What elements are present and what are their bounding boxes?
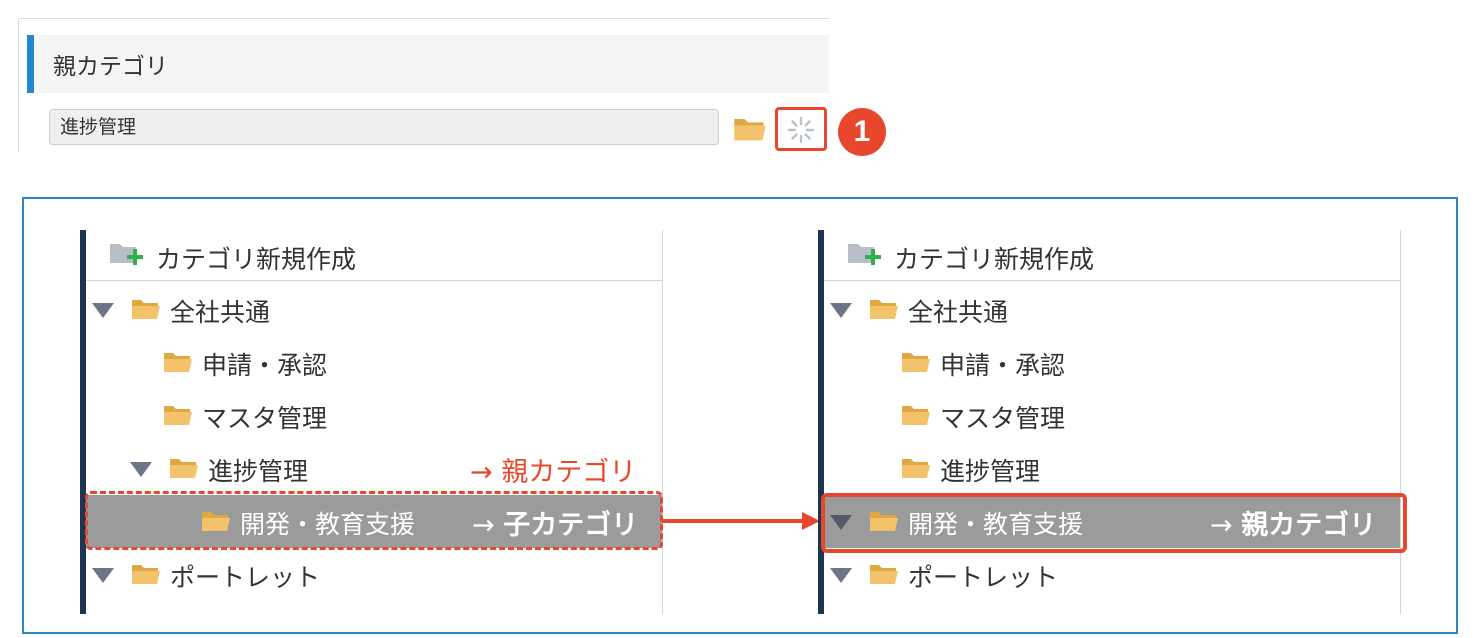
tree-item-shinchoku[interactable]: 進捗管理 → 親カテゴリ — [86, 442, 662, 495]
tree-item-label: 進捗管理 — [940, 457, 1041, 486]
tree-item-portlet[interactable]: ポートレット — [824, 548, 1400, 601]
tree-item-label: 全社共通 — [908, 298, 1009, 327]
tree-comparison-frame: カテゴリ新規作成 全社共通 申請・承認 マスタ管理 進捗管理 → 親カテゴリ 開… — [22, 197, 1458, 634]
triangle-down-icon[interactable] — [830, 568, 852, 583]
selected-row-solid-highlight — [821, 493, 1407, 553]
category-tree-after: カテゴリ新規作成 全社共通 申請・承認 マスタ管理 進捗管理 開発・教育支援 →… — [818, 230, 1401, 614]
folder-open-icon — [130, 296, 162, 320]
folder-open-icon — [900, 455, 932, 479]
tree-item-master[interactable]: マスタ管理 — [86, 389, 662, 442]
tree-item-shinsei[interactable]: 申請・承認 — [824, 336, 1400, 389]
folder-add-icon — [108, 240, 144, 270]
create-category-label: カテゴリ新規作成 — [894, 245, 1095, 274]
section-accent-bar — [27, 35, 34, 93]
category-tree-before: カテゴリ新規作成 全社共通 申請・承認 マスタ管理 進捗管理 → 親カテゴリ 開… — [80, 230, 663, 614]
spinner-clear-icon — [787, 116, 815, 144]
tree-item-shinchoku[interactable]: 進捗管理 — [824, 442, 1400, 495]
tree-item-label: ポートレット — [908, 563, 1059, 592]
selected-row-dashed-highlight — [85, 491, 663, 550]
folder-open-icon — [900, 402, 932, 426]
tree-item-label: ポートレット — [170, 563, 321, 592]
tree-item-shinsei[interactable]: 申請・承認 — [86, 336, 662, 389]
triangle-down-icon[interactable] — [92, 303, 114, 318]
tree-item-zensha[interactable]: 全社共通 — [86, 283, 662, 336]
parent-category-form: 親カテゴリ 進捗管理 — [18, 18, 829, 151]
parent-category-input[interactable]: 進捗管理 — [49, 109, 719, 145]
create-category-label: カテゴリ新規作成 — [156, 245, 357, 274]
triangle-down-icon[interactable] — [92, 568, 114, 583]
tree-item-label: 全社共通 — [170, 298, 271, 327]
tree-right-border — [662, 230, 663, 614]
folder-open-icon — [162, 402, 194, 426]
step-badge: 1 — [838, 108, 886, 156]
folder-add-icon — [846, 240, 882, 270]
tree-item-label: 申請・承認 — [940, 351, 1066, 380]
tree-item-label: マスタ管理 — [940, 404, 1066, 433]
triangle-down-icon[interactable] — [130, 462, 152, 477]
folder-open-icon — [900, 349, 932, 373]
tree-item-label: 進捗管理 — [208, 457, 309, 486]
folder-open-icon — [868, 561, 900, 585]
create-category-button[interactable]: カテゴリ新規作成 — [86, 230, 662, 283]
tree-right-border — [1400, 230, 1401, 614]
section-title: 親カテゴリ — [53, 54, 168, 80]
folder-open-icon — [130, 561, 162, 585]
tree-item-zensha[interactable]: 全社共通 — [824, 283, 1400, 336]
clear-button[interactable] — [775, 107, 827, 151]
folder-open-icon — [868, 296, 900, 320]
tree-item-label: 申請・承認 — [202, 351, 328, 380]
folder-open-icon[interactable] — [732, 113, 768, 143]
folder-open-icon — [162, 349, 194, 373]
parent-category-annotation: → 親カテゴリ — [470, 457, 637, 488]
tree-item-master[interactable]: マスタ管理 — [824, 389, 1400, 442]
folder-open-icon — [168, 455, 200, 479]
section-header: 親カテゴリ — [27, 35, 829, 93]
create-category-button[interactable]: カテゴリ新規作成 — [824, 230, 1400, 283]
tree-item-label: マスタ管理 — [202, 404, 328, 433]
transition-arrow-icon — [662, 512, 820, 530]
triangle-down-icon[interactable] — [830, 303, 852, 318]
tree-item-portlet[interactable]: ポートレット — [86, 548, 662, 601]
